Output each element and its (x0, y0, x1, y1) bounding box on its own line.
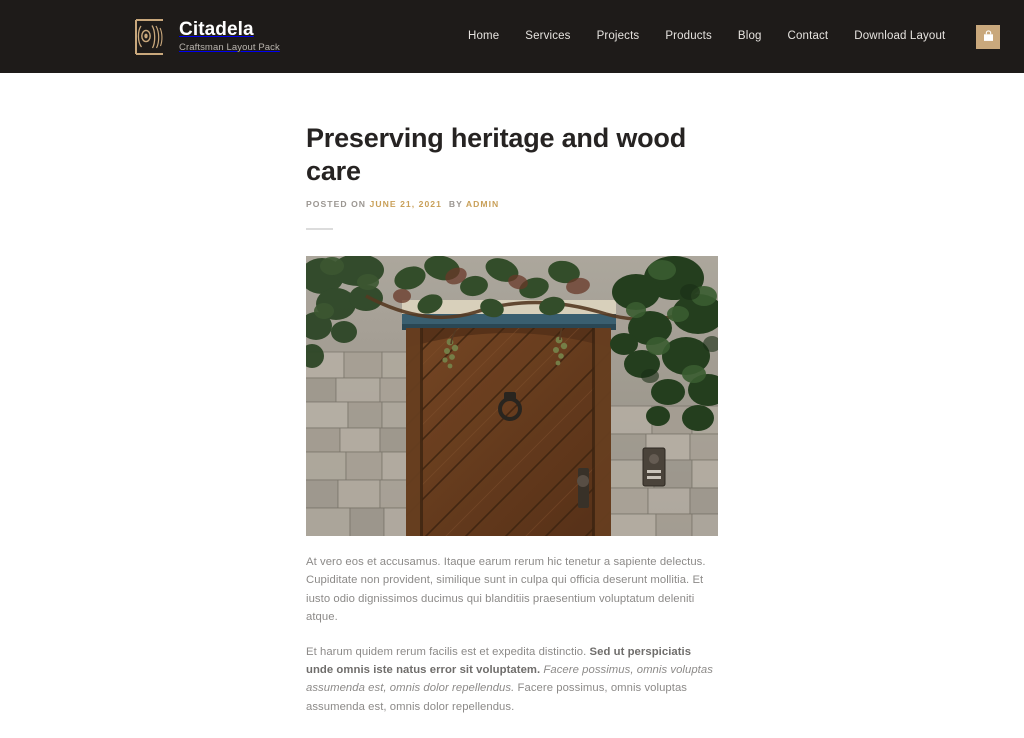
brand-logo-link[interactable]: Citadela Craftsman Layout Pack (133, 17, 280, 57)
post-date-link[interactable]: JUNE 21, 2021 (370, 199, 442, 209)
page-content: Preserving heritage and wood care POSTED… (0, 73, 1024, 738)
title-divider (306, 228, 333, 230)
blog-post-article: Preserving heritage and wood care POSTED… (306, 73, 718, 738)
post-author-link[interactable]: ADMIN (466, 199, 499, 209)
brand-tagline: Craftsman Layout Pack (179, 41, 280, 53)
posted-on-label: POSTED ON (306, 199, 367, 209)
by-label: BY (448, 199, 463, 209)
nav-item-blog[interactable]: Blog (725, 0, 775, 73)
nav-item-download-layout[interactable]: Download Layout (841, 0, 958, 73)
brand-title: Citadela (179, 18, 254, 40)
wood-grain-logo-icon (133, 17, 166, 57)
nav-item-services[interactable]: Services (512, 0, 583, 73)
shopping-basket-icon (982, 30, 995, 43)
nav-item-projects[interactable]: Projects (584, 0, 653, 73)
page-title: Preserving heritage and wood care (306, 123, 686, 186)
article-paragraph-1: At vero eos et accusamus. Itaque earum r… (306, 556, 706, 624)
cart-button[interactable] (976, 24, 1001, 49)
featured-image (306, 256, 718, 536)
nav-item-contact[interactable]: Contact (775, 0, 842, 73)
paragraph-2-lead: Et harum quidem rerum facilis est et exp… (306, 645, 590, 658)
site-header: Citadela Craftsman Layout Pack Home Serv… (0, 0, 1024, 73)
nav-item-products[interactable]: Products (652, 0, 725, 73)
article-paragraph-2: Et harum quidem rerum facilis est et exp… (306, 643, 718, 717)
nav-item-home[interactable]: Home (455, 0, 512, 73)
entry-meta: POSTED ON JUNE 21, 2021 BY ADMIN (306, 199, 718, 209)
main-navigation: Home Services Projects Products Blog Con… (455, 0, 1001, 73)
